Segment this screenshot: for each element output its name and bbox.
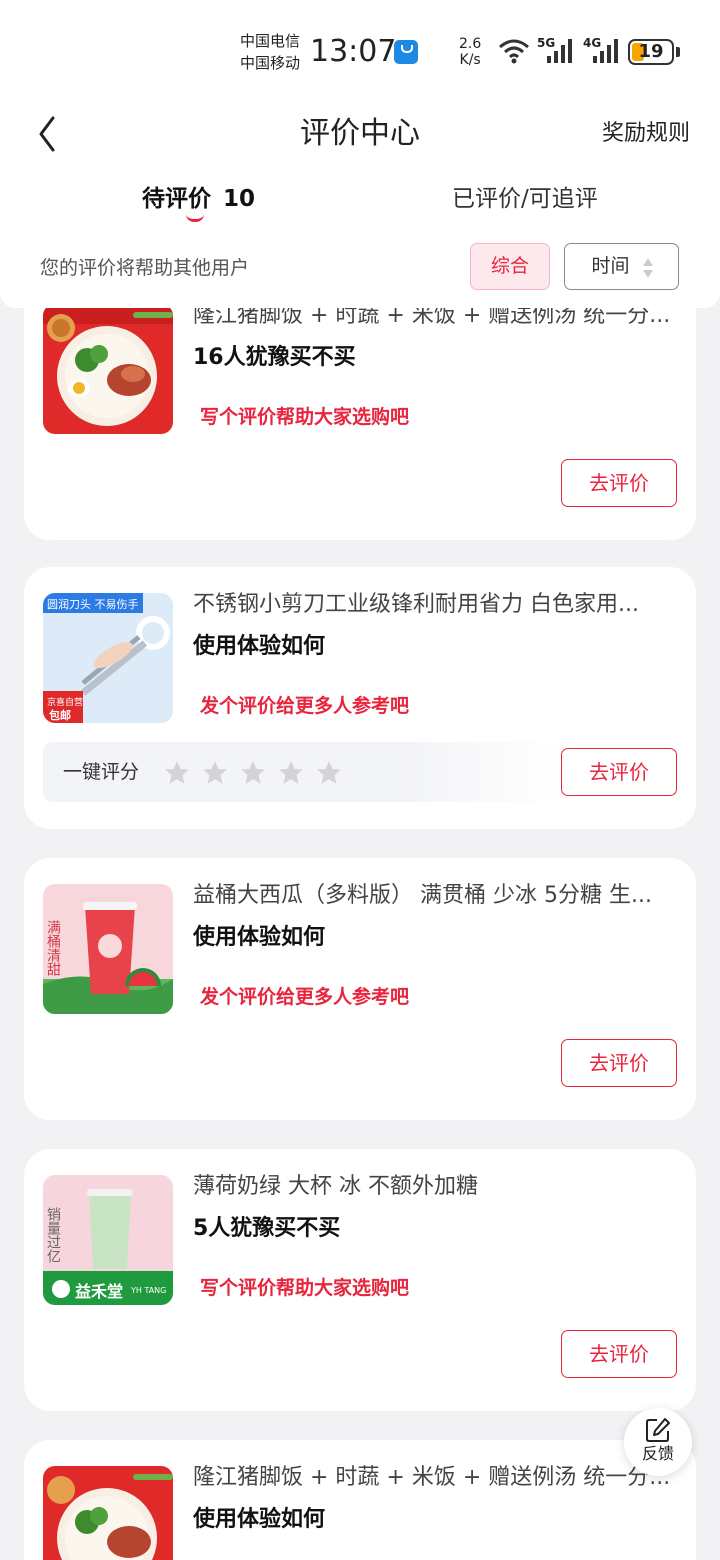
product-image[interactable]: 满桶清甜 <box>43 884 173 1014</box>
sort-comprehensive-button[interactable]: 综合 <box>470 243 550 290</box>
write-review-button[interactable]: 去评价 <box>561 748 677 796</box>
status-time: 13:07 <box>310 34 397 69</box>
star-icon <box>203 761 227 784</box>
product-subtitle: 5人犹豫买不买 <box>193 1216 341 1241</box>
header: 评价中心 奖励规则 待评价 10 已评价/可追评 您的评价将帮助其他用户 综合 时… <box>0 100 720 308</box>
product-name[interactable]: 益桶大西瓜（多料版） 满贯桶 少冰 5分糖 生... <box>193 880 673 912</box>
product-subtitle: 使用体验如何 <box>193 634 326 659</box>
review-card: 隆江猪脚饭 + 时蔬 + 米饭 + 赠送例汤 统一分... 16人犹豫买不买 写… <box>24 278 696 540</box>
product-name[interactable]: 隆江猪脚饭 + 时蔬 + 米饭 + 赠送例汤 统一分... <box>193 1462 673 1494</box>
product-image[interactable] <box>43 304 173 434</box>
carrier-1: 中国电信 <box>240 32 301 50</box>
star-icon <box>317 761 341 784</box>
thumb-brand: 益禾堂 <box>75 1282 123 1301</box>
tab-pending-review[interactable]: 待评价 10 <box>142 182 255 216</box>
product-subtitle: 16人犹豫买不买 <box>193 345 356 370</box>
star-icon <box>241 761 265 784</box>
thumb-badge-1: 京喜自营 <box>47 696 83 708</box>
review-prompt: 发个评价给更多人参考吧 <box>200 695 410 717</box>
write-review-button[interactable]: 去评价 <box>561 1039 677 1087</box>
tab-pending-count: 10 <box>223 186 256 212</box>
sort-updown-icon <box>643 258 653 278</box>
thumb-tag-text: 圆润刀头 不易伤手 <box>47 597 139 611</box>
carrier-names: 中国电信 中国移动 <box>240 30 300 74</box>
product-image[interactable]: 圆润刀头 不易伤手 京喜自营 包邮 <box>43 593 173 723</box>
carrier-2: 中国移动 <box>240 54 301 72</box>
wifi-icon <box>499 39 529 64</box>
status-bar: 中国电信 中国移动 13:07 2.6 K/s 5G 4G 19 <box>0 0 720 100</box>
review-card: 圆润刀头 不易伤手 京喜自营 包邮 不锈钢小剪刀工业级锋利耐用省力 白色家用..… <box>24 567 696 829</box>
review-hint: 您的评价将帮助其他用户 <box>40 257 250 279</box>
thumb-brand-en: YH TANG <box>130 1286 166 1295</box>
edit-icon <box>646 1418 670 1442</box>
reward-rules-link[interactable]: 奖励规则 <box>602 118 690 150</box>
product-subtitle: 使用体验如何 <box>193 1507 326 1532</box>
write-review-button[interactable]: 去评价 <box>561 459 677 507</box>
product-subtitle: 使用体验如何 <box>193 925 326 950</box>
product-name[interactable]: 不锈钢小剪刀工业级锋利耐用省力 白色家用... <box>193 589 673 621</box>
star-icon <box>165 761 189 784</box>
star-rating[interactable] <box>163 759 353 791</box>
net-speed-unit: K/s <box>459 52 481 68</box>
review-card: 隆江猪脚饭 + 时蔬 + 米饭 + 赠送例汤 统一分... 使用体验如何 <box>24 1440 696 1560</box>
review-prompt: 写个评价帮助大家选购吧 <box>200 1277 410 1299</box>
review-prompt: 发个评价给更多人参考吧 <box>200 986 410 1008</box>
tab-pending-label: 待评价 <box>142 186 211 212</box>
active-tab-indicator <box>186 214 204 222</box>
review-card: 满桶清甜 益桶大西瓜（多料版） 满贯桶 少冰 5分糖 生... 使用体验如何 发… <box>24 858 696 1120</box>
thumb-badge-2: 包邮 <box>48 708 71 722</box>
sort-time-button[interactable]: 时间 <box>564 243 679 290</box>
network-speed: 2.6 K/s <box>459 36 481 68</box>
shopping-bag-icon <box>394 40 418 64</box>
product-image[interactable]: 益禾堂 YH TANG 销量过亿 <box>43 1175 173 1305</box>
battery-tip <box>676 47 680 57</box>
quick-rating-label: 一键评分 <box>63 761 140 783</box>
product-name[interactable]: 薄荷奶绿 大杯 冰 不额外加糖 <box>193 1171 673 1203</box>
battery-percent: 19 <box>638 41 664 62</box>
product-image[interactable] <box>43 1466 173 1560</box>
review-card: 益禾堂 YH TANG 销量过亿 薄荷奶绿 大杯 冰 不额外加糖 5人犹豫买不买… <box>24 1149 696 1411</box>
thumb-text: 销量过亿 <box>45 1207 61 1263</box>
tab-reviewed[interactable]: 已评价/可追评 <box>452 182 598 216</box>
star-icon <box>279 761 303 784</box>
review-prompt: 写个评价帮助大家选购吧 <box>200 406 410 428</box>
write-review-button[interactable]: 去评价 <box>561 1330 677 1378</box>
feedback-button[interactable]: 反馈 <box>624 1408 692 1476</box>
sort-time-label: 时间 <box>591 255 630 277</box>
net-speed-value: 2.6 <box>459 36 482 52</box>
quick-rating-row: 一键评分 <box>43 742 563 802</box>
battery-icon: 19 <box>628 39 674 65</box>
thumb-text: 满桶清甜 <box>45 920 61 976</box>
feedback-label: 反馈 <box>641 1444 674 1463</box>
